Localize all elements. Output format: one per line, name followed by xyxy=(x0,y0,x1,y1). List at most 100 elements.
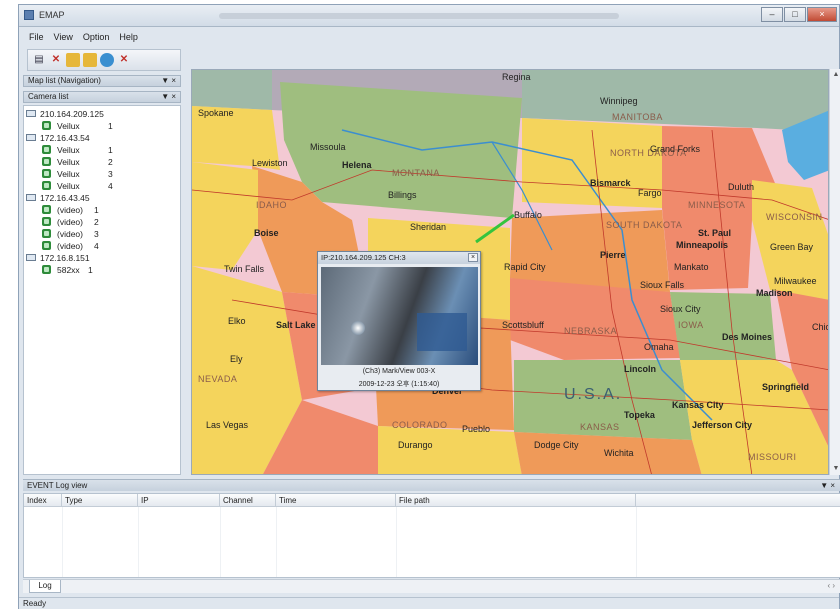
camera-icon xyxy=(42,121,51,130)
popup-title: IP:210.164.209.125 CH:3 xyxy=(318,252,480,264)
map-label-sheridan: Sheridan xyxy=(410,222,447,232)
tree-camera[interactable]: Veilux 4 xyxy=(42,180,113,192)
camera-icon xyxy=(42,229,51,238)
camera-icon xyxy=(42,217,51,226)
tree-host[interactable]: 210.164.209.125 xyxy=(26,108,104,120)
remove-icon[interactable]: ✕ xyxy=(117,53,131,67)
tree-camera[interactable]: (video) 3 xyxy=(42,228,99,240)
tree-camera[interactable]: 582xx 1 xyxy=(42,264,93,276)
map-label-elko: Elko xyxy=(228,316,246,326)
map-label-nebraska: NEBRASKA xyxy=(564,326,618,336)
us-map xyxy=(192,70,828,474)
column-divider xyxy=(396,507,397,577)
tree-camera[interactable]: (video) 4 xyxy=(42,240,99,252)
column-index[interactable]: Index xyxy=(24,494,62,507)
video-light-glare xyxy=(351,321,365,335)
tree-camera[interactable]: Veilux 1 xyxy=(42,120,113,132)
map-label-lincoln: Lincoln xyxy=(624,364,656,374)
scroll-down-icon[interactable]: ▼ xyxy=(830,463,840,475)
event-log-table[interactable]: Index Type IP Channel Time File path xyxy=(23,493,840,578)
column-file-path[interactable]: File path xyxy=(396,494,636,507)
map-label-missouri: MISSOURI xyxy=(748,452,797,462)
camera-tree: 210.164.209.125 Veilux 1 172.16.43.54 Vei… xyxy=(23,105,181,475)
tree-camera[interactable]: Veilux 2 xyxy=(42,156,113,168)
map-label-winnipeg: Winnipeg xyxy=(600,96,638,106)
tab-log[interactable]: Log xyxy=(29,580,61,593)
map-label-milwaukee: Milwaukee xyxy=(774,276,817,286)
map-label-spokane: Spokane xyxy=(198,108,234,118)
pin-icon[interactable]: ▼ × xyxy=(161,76,176,86)
tab-scroll-icon[interactable]: ‹ › xyxy=(827,581,835,590)
tree-host[interactable]: 172.16.43.54 xyxy=(26,132,90,144)
map-label-green-bay: Green Bay xyxy=(770,242,814,252)
map-label-boise: Boise xyxy=(254,228,279,238)
map-label-montana: MONTANA xyxy=(392,168,440,178)
map-list-header[interactable]: Map list (Navigation) ▼ × xyxy=(23,75,181,87)
map-label-pueblo: Pueblo xyxy=(462,424,491,434)
map-label-minnesota: MINNESOTA xyxy=(688,200,746,210)
menu-file[interactable]: File xyxy=(29,32,44,46)
camera-list-header[interactable]: Camera list ▼ × xyxy=(23,91,181,103)
map-vertical-scrollbar[interactable]: ▲ ▼ xyxy=(829,69,840,475)
map-label-sioux-city: Sioux City xyxy=(660,304,701,314)
column-time[interactable]: Time xyxy=(276,494,396,507)
column-channel[interactable]: Channel xyxy=(220,494,276,507)
menu-option[interactable]: Option xyxy=(83,32,110,46)
tree-host[interactable]: 172.16.8.151 xyxy=(26,252,90,264)
camera-add-icon[interactable] xyxy=(66,53,80,67)
camera-edit-icon[interactable] xyxy=(83,53,97,67)
app-icon xyxy=(24,10,34,20)
map-label-bismarck: Bismarck xyxy=(590,178,631,188)
column-divider xyxy=(636,507,637,577)
delete-icon[interactable]: ✕ xyxy=(49,53,63,67)
camera-popup[interactable]: IP:210.164.209.125 CH:3 × (Ch3) Mark/Vie… xyxy=(317,251,481,391)
popup-caption-camera: (Ch3) Mark/View 003-X xyxy=(362,368,436,375)
map-label-regina: Regina xyxy=(502,72,531,82)
tree-host[interactable]: 172.16.43.45 xyxy=(26,192,90,204)
log-tab-strip: Log ‹ › xyxy=(23,579,840,593)
map-label-dodge-city: Dodge City xyxy=(534,440,579,450)
menu-view[interactable]: View xyxy=(54,32,73,46)
map-label-durango: Durango xyxy=(398,440,433,450)
status-bar: Ready xyxy=(19,597,839,609)
tree-camera[interactable]: (video) 2 xyxy=(42,216,99,228)
map-label-st-paul: St. Paul xyxy=(698,228,732,238)
map-label-missoula: Missoula xyxy=(310,142,346,152)
maximize-button[interactable]: □ xyxy=(784,7,806,22)
pin-icon[interactable]: ▼ × xyxy=(161,92,176,102)
minimize-button[interactable]: – xyxy=(761,7,783,22)
menu-bar: File View Option Help xyxy=(23,32,138,46)
camera-icon xyxy=(42,205,51,214)
menu-help[interactable]: Help xyxy=(119,32,138,46)
computer-icon xyxy=(26,134,36,141)
camera-icon xyxy=(42,169,51,178)
column-type[interactable]: Type xyxy=(62,494,138,507)
close-button[interactable]: × xyxy=(807,7,837,22)
map-label-iowa: IOWA xyxy=(678,320,704,330)
scroll-up-icon[interactable]: ▲ xyxy=(830,69,840,81)
globe-icon[interactable] xyxy=(100,53,114,67)
tree-camera[interactable]: (video) 1 xyxy=(42,204,99,216)
map-view[interactable]: Regina Winnipeg MANITOBA Spokane Helena … xyxy=(191,69,829,475)
event-log-header: EVENT Log view ▼ × xyxy=(23,479,840,491)
map-label-usa: U.S.A. xyxy=(564,386,623,403)
popup-close-button[interactable]: × xyxy=(468,253,478,262)
map-label-salt-lake: Salt Lake xyxy=(276,320,316,330)
camera-icon xyxy=(42,157,51,166)
map-label-mankato: Mankato xyxy=(674,262,709,272)
save-icon[interactable]: ▤ xyxy=(32,53,46,67)
pin-icon[interactable]: ▼ × xyxy=(820,480,835,492)
map-label-kansas-city: Kansas City xyxy=(672,400,724,410)
camera-icon xyxy=(42,241,51,250)
camera-video-preview[interactable] xyxy=(321,267,478,365)
map-label-sioux-falls: Sioux Falls xyxy=(640,280,685,290)
event-log-columns: Index Type IP Channel Time File path xyxy=(24,494,840,507)
map-label-wichita: Wichita xyxy=(604,448,634,458)
computer-icon xyxy=(26,194,36,201)
tree-camera[interactable]: Veilux 3 xyxy=(42,168,113,180)
tree-camera[interactable]: Veilux 1 xyxy=(42,144,113,156)
column-ip[interactable]: IP xyxy=(138,494,220,507)
map-label-ely: Ely xyxy=(230,354,243,364)
map-label-rapid-city: Rapid City xyxy=(504,262,546,272)
map-label-kansas: KANSAS xyxy=(580,422,620,432)
